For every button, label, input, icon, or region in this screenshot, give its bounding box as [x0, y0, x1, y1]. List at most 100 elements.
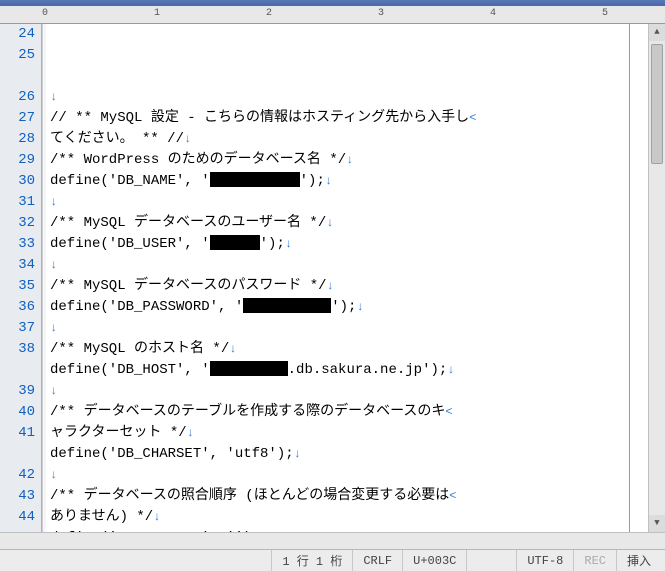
- code-text: /** WordPress のためのデータベース名 */: [50, 152, 346, 168]
- code-text: てください。 ** //: [50, 131, 184, 147]
- status-blank: [466, 550, 516, 571]
- ruler-mark: 4: [490, 8, 496, 19]
- line-number: 24: [0, 24, 35, 45]
- code-line[interactable]: define('DB_PASSWORD', ' ');↓: [50, 297, 648, 318]
- scroll-down-button[interactable]: ▼: [649, 515, 665, 532]
- line-number: [0, 360, 35, 381]
- status-insert-mode[interactable]: 挿入: [616, 550, 661, 571]
- newline-marker-icon: ↓: [285, 237, 292, 251]
- editor-area: 2425262728293031323334353637383940414243…: [0, 24, 665, 532]
- status-bar: 1 行 1 桁 CRLF U+003C UTF-8 REC 挿入: [0, 549, 665, 571]
- code-line[interactable]: ↓: [50, 255, 648, 276]
- scroll-thumb[interactable]: [651, 44, 663, 164]
- code-text: ');: [331, 299, 356, 315]
- line-number: [0, 66, 35, 87]
- code-text: // ** MySQL 設定 - こちらの情報はホスティング先から入手し: [50, 110, 469, 126]
- line-number: 25: [0, 45, 35, 66]
- line-number: 31: [0, 192, 35, 213]
- ruler-mark: 5: [602, 8, 608, 19]
- line-number: 36: [0, 297, 35, 318]
- newline-marker-icon: ↓: [50, 321, 57, 335]
- status-eol: CRLF: [352, 550, 402, 571]
- code-line[interactable]: ↓: [50, 87, 648, 108]
- line-number: 44: [0, 507, 35, 528]
- code-line[interactable]: ↓: [50, 465, 648, 486]
- code-text: define('DB_HOST', ': [50, 362, 210, 378]
- vertical-scrollbar[interactable]: ▲ ▼: [648, 24, 665, 532]
- line-number: 41: [0, 423, 35, 444]
- code-line[interactable]: // ** MySQL 設定 - こちらの情報はホスティング先から入手し<: [50, 108, 648, 129]
- line-number: 26: [0, 87, 35, 108]
- line-number: 32: [0, 213, 35, 234]
- code-text: define('DB_USER', ': [50, 236, 210, 252]
- code-text: /** MySQL データベースのユーザー名 */: [50, 215, 326, 231]
- code-view[interactable]: ↓// ** MySQL 設定 - こちらの情報はホスティング先から入手し<てく…: [46, 24, 648, 532]
- redacted-text: [210, 361, 288, 376]
- ruler-mark: 3: [378, 8, 384, 19]
- line-number: 38: [0, 339, 35, 360]
- newline-marker-icon: ↓: [184, 132, 191, 146]
- code-line[interactable]: /** データベースのテーブルを作成する際のデータベースのキ<: [50, 402, 648, 423]
- code-text: ');: [300, 173, 325, 189]
- code-text: ャラクターセット */: [50, 425, 187, 441]
- newline-marker-icon: ↓: [325, 174, 332, 188]
- newline-marker-icon: ↓: [260, 531, 267, 532]
- redacted-text: [210, 235, 260, 250]
- line-number: 37: [0, 318, 35, 339]
- code-line[interactable]: てください。 ** //↓: [50, 129, 648, 150]
- code-line[interactable]: /** データベースの照合順序 (ほとんどの場合変更する必要は<: [50, 486, 648, 507]
- code-line[interactable]: ありません) */↓: [50, 507, 648, 528]
- line-number: 34: [0, 255, 35, 276]
- code-line[interactable]: ↓: [50, 192, 648, 213]
- newline-marker-icon: ↓: [50, 90, 57, 104]
- line-number: 28: [0, 129, 35, 150]
- line-number: 29: [0, 150, 35, 171]
- newline-marker-icon: ↓: [50, 384, 57, 398]
- line-number: 33: [0, 234, 35, 255]
- code-text: ありません) */: [50, 509, 153, 525]
- code-line[interactable]: ↓: [50, 381, 648, 402]
- code-line[interactable]: /** MySQL データベースのパスワード */↓: [50, 276, 648, 297]
- code-text: ');: [260, 236, 285, 252]
- code-line[interactable]: /** MySQL のホスト名 */↓: [50, 339, 648, 360]
- line-number: 43: [0, 486, 35, 507]
- wrap-marker-icon: <: [469, 111, 476, 125]
- newline-marker-icon: ↓: [294, 447, 301, 461]
- redacted-text: [210, 172, 300, 187]
- code-text: /** データベースのテーブルを作成する際のデータベースのキ: [50, 404, 445, 420]
- code-text: define('DB_PASSWORD', ': [50, 299, 243, 315]
- code-line[interactable]: define('DB_CHARSET', 'utf8');↓: [50, 444, 648, 465]
- status-codepoint: U+003C: [402, 550, 466, 571]
- scroll-up-button[interactable]: ▲: [649, 24, 665, 41]
- right-margin-guide: [629, 24, 630, 532]
- newline-marker-icon: ↓: [50, 468, 57, 482]
- wrap-marker-icon: <: [449, 489, 456, 503]
- code-text: define('DB_NAME', ': [50, 173, 210, 189]
- line-number: 40: [0, 402, 35, 423]
- newline-marker-icon: ↓: [327, 279, 334, 293]
- line-number: 42: [0, 465, 35, 486]
- code-line[interactable]: define('DB_COLLATE', '');↓: [50, 528, 648, 532]
- code-line[interactable]: /** WordPress のためのデータベース名 */↓: [50, 150, 648, 171]
- newline-marker-icon: ↓: [50, 195, 57, 209]
- newline-marker-icon: ↓: [50, 258, 57, 272]
- code-line[interactable]: /** MySQL データベースのユーザー名 */↓: [50, 213, 648, 234]
- status-rec[interactable]: REC: [573, 550, 616, 571]
- wrap-marker-icon: <: [445, 405, 452, 419]
- newline-marker-icon: ↓: [356, 300, 363, 314]
- code-text: .db.sakura.ne.jp');: [288, 362, 448, 378]
- newline-marker-icon: ↓: [187, 426, 194, 440]
- ruler-mark: 1: [154, 8, 160, 19]
- code-text: define('DB_CHARSET', 'utf8');: [50, 446, 294, 462]
- code-line[interactable]: define('DB_HOST', '.db.sakura.ne.jp');↓: [50, 360, 648, 381]
- ruler-mark: 2: [266, 8, 272, 19]
- code-line[interactable]: define('DB_NAME', ' ');↓: [50, 171, 648, 192]
- code-line[interactable]: ャラクターセット */↓: [50, 423, 648, 444]
- line-number: [0, 444, 35, 465]
- newline-marker-icon: ↓: [346, 153, 353, 167]
- horizontal-scrollbar[interactable]: [0, 532, 665, 549]
- code-line[interactable]: ↓: [50, 318, 648, 339]
- code-text: /** MySQL のホスト名 */: [50, 341, 229, 357]
- code-line[interactable]: define('DB_USER', ' ');↓: [50, 234, 648, 255]
- ruler-mark: 0: [42, 8, 48, 19]
